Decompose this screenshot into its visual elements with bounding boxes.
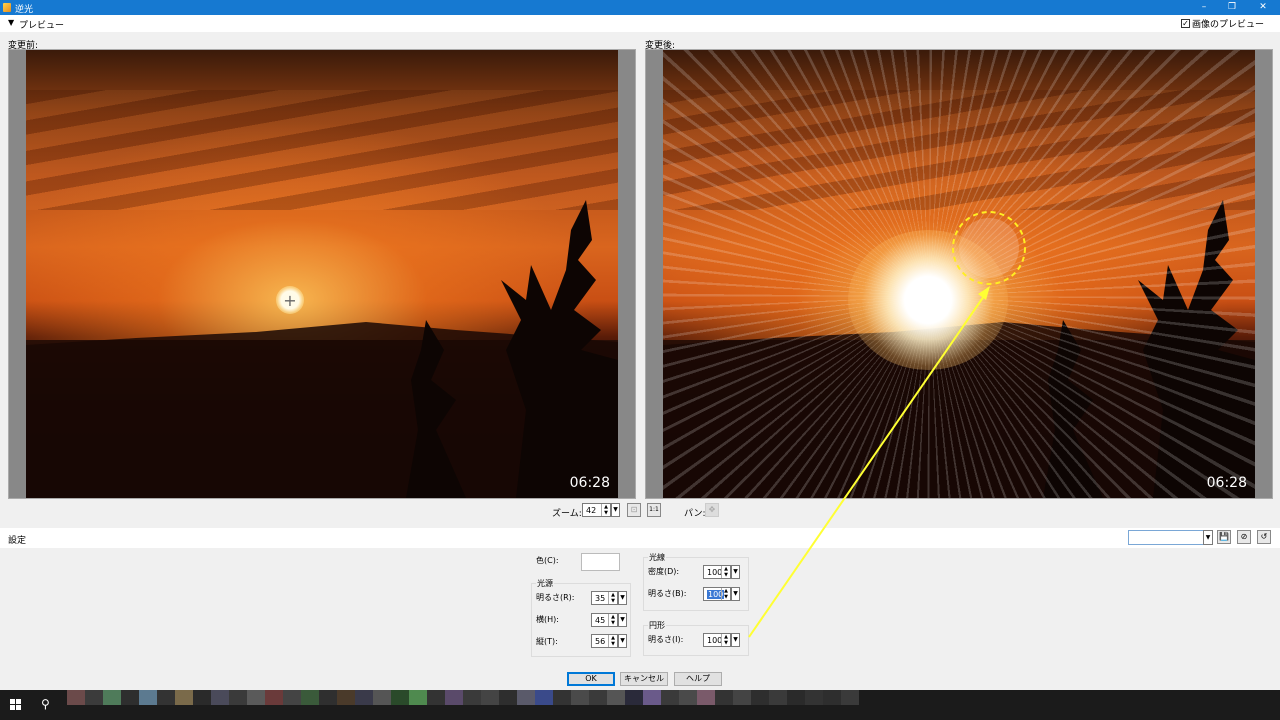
circle-brightness-stepper[interactable]: 100 ▲ ▼ ▼ bbox=[703, 633, 740, 647]
after-preview-pane: 06:28 bbox=[645, 49, 1273, 499]
zoom-toolbar: ズーム: 42 ▲ ▼ ▼ ⊡ 1:1 パン: ✥ bbox=[0, 502, 1280, 520]
ray-brightness-spin-arrows[interactable]: ▲ ▼ bbox=[721, 588, 730, 600]
light-brightness-value[interactable]: 35 bbox=[595, 594, 605, 603]
show-image-preview-checkbox[interactable]: ✓ bbox=[1180, 19, 1190, 28]
tree-silhouette bbox=[26, 200, 618, 498]
pan-label: パン: bbox=[684, 509, 706, 519]
zoom-spin-arrows[interactable]: ▲ ▼ bbox=[601, 504, 610, 516]
ray-density-dropdown-icon[interactable]: ▼ bbox=[731, 565, 740, 579]
circle-brightness-label: 明るさ(I): bbox=[648, 635, 684, 644]
horizontal-stepper[interactable]: 45 ▲ ▼ ▼ bbox=[591, 613, 627, 627]
light-brightness-spin-arrows[interactable]: ▲ ▼ bbox=[608, 592, 617, 604]
circle-flare-highlight bbox=[952, 211, 1026, 285]
save-preset-icon[interactable]: 💾 bbox=[1217, 530, 1231, 544]
timestamp-before: 06:28 bbox=[569, 475, 610, 491]
ray-density-label: 密度(D): bbox=[648, 567, 680, 576]
taskbar: ⚲ bbox=[0, 690, 1280, 720]
show-image-preview-label[interactable]: 画像のプレビュー bbox=[1192, 17, 1264, 30]
circle-brightness-value[interactable]: 100 bbox=[707, 636, 722, 645]
zoom-dropdown-icon[interactable]: ▼ bbox=[611, 503, 620, 517]
after-image: 06:28 bbox=[663, 50, 1255, 498]
light-brightness-stepper[interactable]: 35 ▲ ▼ ▼ bbox=[591, 591, 627, 605]
search-icon[interactable]: ⚲ bbox=[41, 697, 50, 711]
settings-label: 設定 bbox=[8, 536, 27, 546]
light-brightness-label: 明るさ(R): bbox=[536, 593, 575, 602]
ray-density-value[interactable]: 100 bbox=[707, 568, 722, 577]
ray-density-stepper[interactable]: 100 ▲ ▼ ▼ bbox=[703, 565, 740, 579]
vertical-spin-arrows[interactable]: ▲ ▼ bbox=[608, 635, 617, 647]
ray-brightness-dropdown-icon[interactable]: ▼ bbox=[731, 587, 740, 601]
taskbar-apps[interactable] bbox=[67, 690, 859, 720]
vertical-value[interactable]: 56 bbox=[595, 637, 605, 646]
vertical-stepper[interactable]: 56 ▲ ▼ ▼ bbox=[591, 634, 627, 648]
cancel-button[interactable]: キャンセル bbox=[620, 672, 668, 686]
color-swatch[interactable] bbox=[581, 553, 620, 571]
show-image-preview-toggle[interactable]: ✓ 画像のプレビュー bbox=[1180, 17, 1264, 30]
vertical-dropdown-icon[interactable]: ▼ bbox=[618, 634, 627, 648]
delete-preset-icon[interactable]: ⊘ bbox=[1237, 530, 1251, 544]
zoom-stepper[interactable]: 42 ▲ ▼ ▼ bbox=[582, 503, 620, 517]
ok-button[interactable]: OK bbox=[567, 672, 615, 686]
light-brightness-dropdown-icon[interactable]: ▼ bbox=[618, 591, 627, 605]
windows-start-icon[interactable] bbox=[10, 699, 22, 711]
timestamp-after: 06:28 bbox=[1206, 475, 1247, 491]
light-source-crosshair-icon[interactable]: + bbox=[282, 293, 298, 309]
app-icon bbox=[3, 3, 11, 12]
circle-brightness-spin-arrows[interactable]: ▲ ▼ bbox=[721, 634, 730, 646]
zoom-value[interactable]: 42 bbox=[586, 506, 596, 515]
circle-group-label: 円形 bbox=[648, 620, 666, 631]
horizontal-value[interactable]: 45 bbox=[595, 616, 605, 625]
preset-dropdown-icon[interactable]: ▼ bbox=[1203, 530, 1213, 545]
actual-size-button[interactable]: 1:1 bbox=[647, 503, 661, 517]
zoom-label: ズーム: bbox=[552, 509, 582, 519]
before-preview-pane: + 06:28 bbox=[8, 49, 636, 499]
fit-to-window-button[interactable]: ⊡ bbox=[627, 503, 641, 517]
pan-icon[interactable]: ✥ bbox=[705, 503, 719, 517]
help-button[interactable]: ヘルプ bbox=[674, 672, 722, 686]
horizontal-spin-arrows[interactable]: ▲ ▼ bbox=[608, 614, 617, 626]
settings-header: 設定 ▼ 💾 ⊘ ↺ bbox=[0, 528, 1280, 548]
maximize-button[interactable]: ❐ bbox=[1221, 0, 1243, 15]
ray-density-spin-arrows[interactable]: ▲ ▼ bbox=[721, 566, 730, 578]
preview-header: ▼ プレビュー ✓ 画像のプレビュー bbox=[0, 15, 1280, 32]
horizontal-dropdown-icon[interactable]: ▼ bbox=[618, 613, 627, 627]
light-source-group-label: 光源 bbox=[536, 578, 554, 589]
rays-group-label: 光線 bbox=[648, 552, 666, 563]
reset-preset-icon[interactable]: ↺ bbox=[1257, 530, 1271, 544]
circle-brightness-dropdown-icon[interactable]: ▼ bbox=[731, 633, 740, 647]
horizontal-label: 横(H): bbox=[536, 615, 559, 624]
window-title: 逆光 bbox=[15, 5, 34, 15]
collapse-preview-icon[interactable]: ▼ bbox=[8, 18, 14, 27]
ray-brightness-label: 明るさ(B): bbox=[648, 589, 687, 598]
ray-brightness-stepper[interactable]: 100 ▲ ▼ ▼ bbox=[703, 587, 740, 601]
close-button[interactable]: ✕ bbox=[1252, 0, 1274, 15]
minimize-button[interactable]: – bbox=[1193, 0, 1215, 15]
preset-combobox[interactable]: ▼ bbox=[1128, 530, 1213, 545]
preview-label[interactable]: プレビュー bbox=[19, 18, 64, 31]
title-bar: 逆光 – ❐ ✕ bbox=[0, 0, 1280, 15]
before-image[interactable]: + 06:28 bbox=[26, 50, 618, 498]
color-label: 色(C): bbox=[536, 556, 559, 565]
vertical-label: 縦(T): bbox=[536, 637, 558, 646]
